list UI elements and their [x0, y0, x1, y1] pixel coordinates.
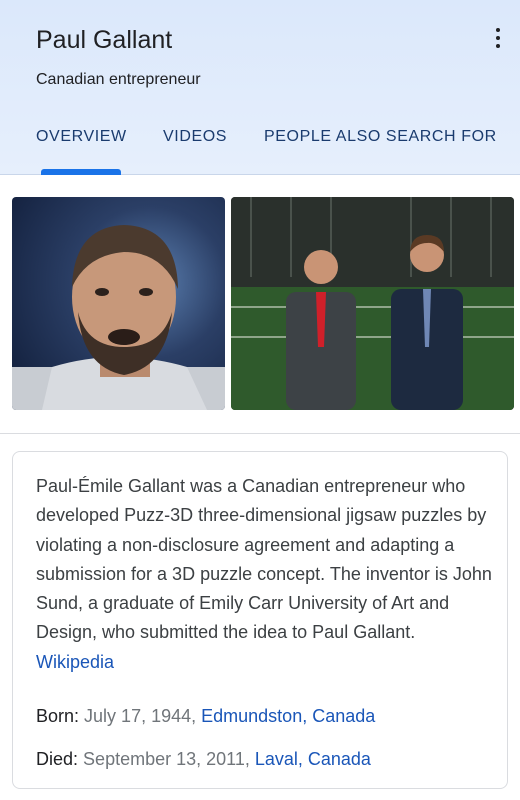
tab-videos[interactable]: VIDEOS	[163, 128, 227, 146]
entity-description: Paul-Émile Gallant was a Canadian entrep…	[36, 472, 496, 677]
portrait-photo[interactable]	[12, 197, 225, 410]
tab-bar: OVERVIEW VIDEOS PEOPLE ALSO SEARCH FOR	[0, 128, 520, 175]
portrait-illustration	[12, 225, 225, 410]
entity-subtitle: Canadian entrepreneur	[36, 71, 201, 88]
active-tab-indicator	[41, 169, 121, 175]
fact-born-date: July 17, 1944,	[84, 706, 197, 726]
entity-title: Paul Gallant	[36, 26, 173, 54]
wikipedia-link[interactable]: Wikipedia	[36, 652, 114, 672]
fact-died-label: Died:	[36, 749, 79, 769]
tab-people-also-search-for[interactable]: PEOPLE ALSO SEARCH FOR	[264, 128, 497, 146]
stadium-illustration	[231, 197, 514, 410]
dot	[496, 28, 500, 32]
fact-died-place-link[interactable]: Laval, Canada	[255, 749, 371, 769]
dot	[496, 44, 500, 48]
dot	[496, 36, 500, 40]
tab-overview[interactable]: OVERVIEW	[36, 128, 127, 146]
description-card: Paul-Émile Gallant was a Canadian entrep…	[12, 451, 508, 789]
more-options-icon[interactable]	[486, 22, 510, 54]
fact-born-label: Born:	[36, 706, 80, 726]
two-men-stadium-photo[interactable]	[231, 197, 514, 410]
knowledge-panel-header: Paul Gallant Canadian entrepreneur OVERV…	[0, 0, 520, 175]
description-text: Paul-Émile Gallant was a Canadian entrep…	[36, 476, 492, 643]
image-strip	[0, 176, 520, 434]
fact-died: Died: September 13, 2011, Laval, Canada	[36, 749, 371, 770]
fact-born: Born: July 17, 1944, Edmundston, Canada	[36, 706, 375, 727]
fact-born-place-link[interactable]: Edmundston, Canada	[201, 706, 375, 726]
fact-died-date: September 13, 2011,	[83, 749, 250, 769]
